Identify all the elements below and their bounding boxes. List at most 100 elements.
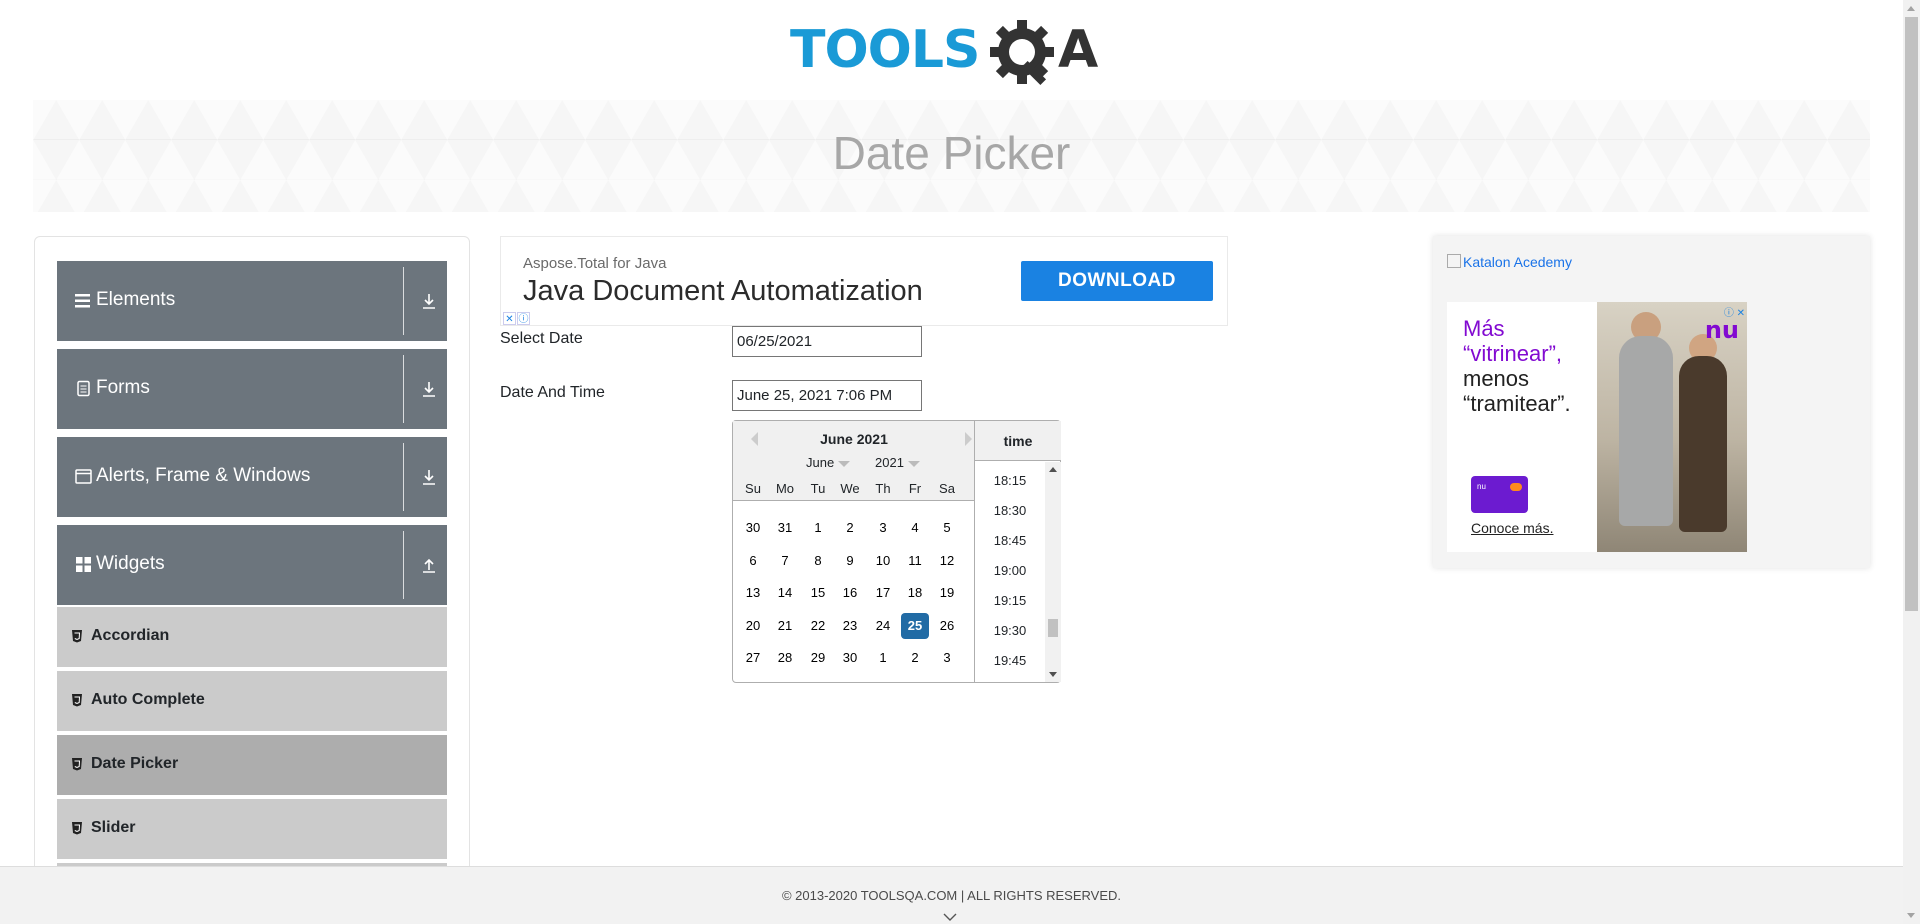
sidebar-item-auto-complete[interactable]: Auto Complete: [57, 671, 447, 731]
page-title: Date Picker: [832, 127, 1071, 179]
divider: [403, 443, 404, 511]
nu-ad-line: Más: [1463, 316, 1505, 341]
date-time-input[interactable]: June 25, 2021 7:06 PM: [732, 380, 922, 411]
calendar-day[interactable]: 27: [739, 645, 767, 671]
ad-sidebar-right[interactable]: Katalon Acedemy Más “vitrinear”, menos “…: [1433, 236, 1870, 568]
hamburger-icon: [75, 294, 90, 308]
datepicker-popup: June 2021 June 2021 Su Mo Tu We Th Fr Sa 30 31 1 2…: [732, 420, 1061, 683]
calendar-day[interactable]: 28: [771, 645, 799, 671]
calendar-day[interactable]: 30: [739, 515, 767, 541]
time-option[interactable]: 18:30: [975, 503, 1045, 518]
time-column: time 18:15 18:30 18:45 19:00 19:15 19:30 19:45: [974, 421, 1061, 683]
sidebar-group-alerts[interactable]: Alerts, Frame & Windows: [57, 437, 447, 517]
sidebar-item-label: Slider: [91, 819, 136, 836]
calendar-day[interactable]: 12: [933, 548, 961, 574]
calendar-day[interactable]: 23: [836, 613, 864, 639]
info-icon[interactable]: ⓘ: [517, 312, 530, 325]
nu-ad[interactable]: Más “vitrinear”, menos “tramitear”. nu C…: [1447, 302, 1747, 552]
scroll-up-icon[interactable]: [1049, 467, 1057, 472]
nu-ad-cta-link[interactable]: Conoce más.: [1471, 520, 1553, 536]
calendar-day[interactable]: 1: [804, 515, 832, 541]
sidebar-group-widgets[interactable]: Widgets: [57, 525, 447, 605]
scroll-thumb[interactable]: [1048, 619, 1058, 637]
calendar-day-selected[interactable]: 25: [901, 612, 929, 639]
ad-banner-top[interactable]: Aspose.Total for Java Java Document Auto…: [500, 236, 1228, 326]
couple-photo: nu ⓘ ✕: [1597, 302, 1747, 552]
time-option[interactable]: 19:00: [975, 563, 1045, 578]
calendar-day[interactable]: 3: [869, 515, 897, 541]
date-time-label: Date And Time: [500, 384, 605, 401]
time-option[interactable]: 18:15: [975, 473, 1045, 488]
calendar-day[interactable]: 19: [933, 580, 961, 606]
time-option[interactable]: 19:15: [975, 593, 1045, 608]
calendar-day[interactable]: 2: [901, 645, 929, 671]
person-body: [1619, 336, 1673, 526]
calendar-day[interactable]: 24: [869, 613, 897, 639]
calendar-day[interactable]: 9: [836, 548, 864, 574]
nu-ad-line: menos: [1463, 366, 1530, 391]
calendar-day[interactable]: 4: [901, 515, 929, 541]
broken-image-link[interactable]: Katalon Acedemy: [1447, 254, 1572, 270]
calendar-day[interactable]: 16: [836, 580, 864, 606]
calendar-day[interactable]: 7: [771, 548, 799, 574]
calendar-day[interactable]: 31: [771, 515, 799, 541]
sidebar-item-slider[interactable]: Slider: [57, 799, 447, 859]
select-date-input[interactable]: 06/25/2021: [732, 326, 922, 357]
calendar-day[interactable]: 17: [869, 580, 897, 606]
sidebar-item-accordian[interactable]: Accordian: [57, 607, 447, 667]
calendar-day[interactable]: 8: [804, 548, 832, 574]
sidebar-item-label: Accordian: [91, 627, 170, 644]
page-scrollbar[interactable]: [1903, 0, 1920, 924]
sidebar-group-forms[interactable]: Forms: [57, 349, 447, 429]
credit-card-image: nu: [1471, 476, 1528, 513]
ad-headline: Java Document Automatization: [523, 275, 923, 307]
divider: [403, 267, 404, 335]
calendar-day[interactable]: 13: [739, 580, 767, 606]
sidebar-group-elements[interactable]: Elements: [57, 261, 447, 341]
nu-ad-line: “tramitear”.: [1463, 391, 1571, 416]
calendar-day[interactable]: 29: [804, 645, 832, 671]
calendar-day[interactable]: 30: [836, 645, 864, 671]
scroll-down-icon[interactable]: [1049, 672, 1057, 677]
calendar-day[interactable]: 5: [933, 515, 961, 541]
chevron-down-icon[interactable]: [943, 912, 957, 922]
time-option[interactable]: 18:45: [975, 533, 1045, 548]
sidebar-group-label: Forms: [96, 377, 150, 398]
ad-choices-icon[interactable]: ⓘ ✕: [1724, 304, 1745, 319]
calendar-day[interactable]: 26: [933, 613, 961, 639]
month-select[interactable]: June: [806, 455, 850, 470]
calendar-day[interactable]: 11: [901, 548, 929, 574]
calendar-day[interactable]: 10: [869, 548, 897, 574]
sidebar-item-date-picker[interactable]: Date Picker: [57, 735, 447, 795]
time-option[interactable]: 19:45: [975, 653, 1045, 668]
scroll-up-icon[interactable]: [1907, 6, 1915, 11]
calendar-day[interactable]: 6: [739, 548, 767, 574]
scroll-thumb[interactable]: [1905, 17, 1918, 611]
calendar-day[interactable]: 22: [804, 613, 832, 639]
footer: © 2013-2020 TOOLSQA.COM | ALL RIGHTS RES…: [0, 866, 1903, 924]
svg-text:A: A: [1058, 20, 1098, 80]
ad-brand: Aspose.Total for Java: [523, 255, 667, 272]
svg-text:TOOLS: TOOLS: [790, 20, 979, 80]
close-icon[interactable]: ✕: [503, 312, 516, 325]
upload-arrow-icon: [423, 558, 435, 573]
calendar-day[interactable]: 2: [836, 515, 864, 541]
calendar-day[interactable]: 18: [901, 580, 929, 606]
page: TOOLS A Date Picker Elements Forms Alert…: [0, 0, 1920, 924]
time-option[interactable]: 19:30: [975, 623, 1045, 638]
scroll-down-icon[interactable]: [1907, 913, 1915, 918]
calendar-day[interactable]: 3: [933, 645, 961, 671]
time-list-scrollbar[interactable]: [1045, 462, 1061, 682]
ad-download-button[interactable]: DOWNLOAD: [1021, 261, 1213, 301]
next-month-icon[interactable]: [965, 432, 972, 446]
calendar-day[interactable]: 14: [771, 580, 799, 606]
calendar-day[interactable]: 21: [771, 613, 799, 639]
toolsqa-logo[interactable]: TOOLS A: [790, 14, 1115, 94]
ad-choices[interactable]: ✕ ⓘ: [503, 312, 530, 326]
year-select[interactable]: 2021: [875, 455, 920, 470]
sidebar-group-label: Alerts, Frame & Windows: [96, 465, 311, 486]
weekday-header: Fr: [908, 481, 922, 496]
calendar-day[interactable]: 1: [869, 645, 897, 671]
calendar-day[interactable]: 20: [739, 613, 767, 639]
calendar-day[interactable]: 15: [804, 580, 832, 606]
